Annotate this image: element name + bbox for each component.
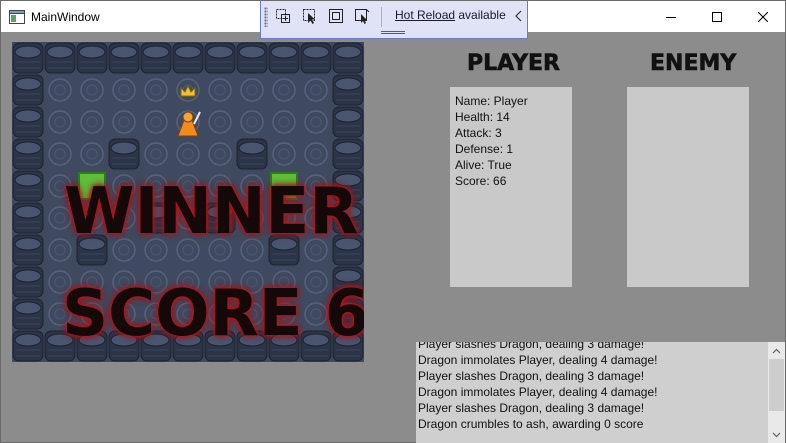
wall-tile (12, 266, 44, 298)
track-focus-icon[interactable] (353, 7, 371, 25)
wall-tile (332, 42, 364, 74)
wall-tile (12, 298, 44, 330)
hot-reload-status: Hot Reload available (395, 8, 506, 22)
enemy-stats-panel (627, 87, 749, 287)
scroll-up-button[interactable] (768, 342, 785, 359)
close-icon (758, 11, 768, 22)
hot-reload-available-text: available (455, 8, 506, 22)
app-window-icon (9, 9, 25, 25)
wall-tile (300, 42, 332, 74)
wall-tile (12, 138, 44, 170)
wall-tile (12, 74, 44, 106)
wall-tile (140, 42, 172, 74)
wall-tile (332, 138, 364, 170)
window-title: MainWindow (31, 9, 100, 24)
hot-reload-link[interactable]: Hot Reload (395, 8, 455, 22)
xaml-dev-toolbar: Hot Reload available (260, 1, 528, 39)
wall-tile (236, 138, 268, 170)
combat-log-lines: Player slashes Dragon, dealing 3 damage!… (418, 342, 657, 432)
log-line: Player slashes Dragon, dealing 3 damage! (418, 369, 645, 383)
log-scrollbar[interactable] (768, 342, 785, 443)
minimize-icon (666, 16, 676, 18)
wall-tile (172, 42, 204, 74)
chevron-up-icon (772, 348, 781, 353)
wall-tile (12, 106, 44, 138)
wall-tile (332, 74, 364, 106)
wall-tile (12, 42, 44, 74)
enemy-heading: ENEMY (650, 51, 737, 77)
player-stat-alive: Alive: True (455, 158, 512, 172)
toolbar-separator (381, 7, 382, 27)
scroll-thumb[interactable] (769, 359, 784, 411)
toolbar-drag-handle[interactable] (381, 31, 405, 34)
pointer-icon[interactable] (301, 7, 319, 25)
wall-tile (108, 42, 140, 74)
player-stat-score: Score: 66 (455, 174, 507, 188)
player-heading: PLAYER (467, 51, 561, 77)
collapse-chevron-icon[interactable] (513, 8, 525, 24)
log-line: Dragon crumbles to ash, awarding 0 score (418, 417, 644, 431)
player-stat-health: Health: 14 (455, 110, 510, 124)
game-board[interactable]: WINNER SCORE 66 (12, 42, 364, 362)
main-window: MainWindow Hot Reload available WINNER S… (0, 0, 786, 443)
maximize-icon (712, 11, 722, 22)
select-element-icon[interactable] (274, 7, 292, 25)
scroll-down-button[interactable] (768, 426, 785, 443)
wall-tile (44, 42, 76, 74)
chevron-down-icon (772, 432, 781, 437)
minimize-button[interactable] (648, 1, 694, 32)
wall-tile (12, 202, 44, 234)
toolbar-grip[interactable] (264, 7, 268, 27)
log-line: Player slashes Dragon, dealing 3 damage! (418, 342, 645, 351)
wall-tile (12, 330, 44, 362)
wall-tile (332, 106, 364, 138)
wall-tile (268, 42, 300, 74)
winner-banner: WINNER (64, 175, 359, 249)
player-stat-name: Name: Player (455, 94, 528, 108)
wall-tile (12, 234, 44, 266)
log-line: Dragon immolates Player, dealing 4 damag… (418, 353, 658, 367)
layout-adorner-icon[interactable] (327, 7, 345, 25)
wall-tile (236, 42, 268, 74)
player-stats-panel: Name: Player Health: 14 Attack: 3 Defens… (450, 87, 572, 287)
wall-tile (76, 42, 108, 74)
combat-log[interactable]: Player slashes Dragon, dealing 3 damage!… (416, 342, 785, 443)
wall-tile (108, 138, 140, 170)
wall-tile (12, 170, 44, 202)
final-score-banner: SCORE 66 (62, 277, 364, 351)
log-line: Player slashes Dragon, dealing 3 damage! (418, 401, 645, 415)
player-stat-defense: Defense: 1 (455, 142, 514, 156)
maximize-button[interactable] (694, 1, 740, 32)
close-button[interactable] (740, 1, 786, 32)
log-line: Dragon immolates Player, dealing 4 damag… (418, 385, 658, 399)
wall-tile (204, 42, 236, 74)
player-stat-attack: Attack: 3 (455, 126, 502, 140)
